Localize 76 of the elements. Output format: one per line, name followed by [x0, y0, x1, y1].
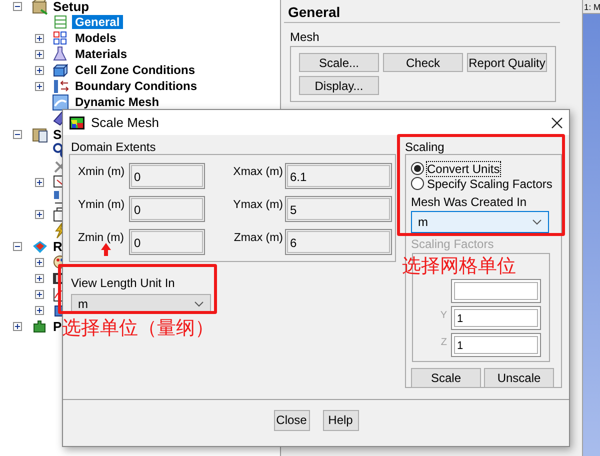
tree-item[interactable]: S — [52, 126, 63, 142]
mesh-button[interactable]: Display... — [299, 76, 379, 95]
radio-label[interactable]: Convert Units — [427, 162, 500, 176]
tree-item[interactable]: Setup — [52, 0, 90, 14]
value-field[interactable]: 0 — [129, 163, 205, 189]
axis-label: Y — [439, 309, 448, 323]
group-label: Scaling — [405, 140, 444, 154]
group-label: Domain Extents — [70, 140, 156, 154]
tree-item[interactable]: Models — [72, 31, 120, 45]
tree-item[interactable]: Dynamic Mesh — [72, 95, 162, 109]
boundary-icon — [52, 78, 69, 94]
field-label: Ymax (m) — [233, 199, 284, 211]
value-field[interactable] — [451, 279, 541, 303]
squares-icon — [52, 30, 69, 46]
field-label: Mesh Was Created In — [411, 195, 527, 208]
dialog-button[interactable]: Close — [274, 410, 310, 430]
close-icon[interactable] — [551, 116, 563, 128]
expand-icon[interactable] — [13, 322, 22, 330]
unit-dropdown[interactable]: m — [411, 211, 549, 233]
collapse-icon[interactable] — [13, 2, 22, 10]
expand-icon[interactable] — [35, 34, 44, 42]
dialog-title: Scale Mesh — [91, 115, 160, 130]
chevron-icon — [532, 219, 542, 225]
mesh-button[interactable]: Check — [383, 53, 463, 72]
tree-item[interactable]: Boundary Conditions — [72, 79, 200, 93]
value-field[interactable]: 5 — [285, 196, 392, 222]
field-label: Zmin (m) — [78, 232, 124, 244]
value-field[interactable]: 6.1 — [285, 163, 392, 189]
expand-icon[interactable] — [35, 82, 44, 90]
tree-item[interactable]: General — [72, 15, 123, 29]
expand-icon[interactable] — [35, 50, 44, 58]
expand-icon[interactable] — [35, 258, 44, 266]
axis-label: Z — [440, 336, 448, 350]
collapse-icon[interactable] — [13, 242, 22, 250]
arrow-icon — [101, 243, 111, 256]
graphics-tab[interactable]: 1: M — [583, 0, 600, 14]
tree-item[interactable]: R — [52, 238, 64, 254]
tree-item[interactable]: P — [52, 318, 63, 334]
panel-title: General — [287, 3, 342, 22]
value-field[interactable]: 6 — [285, 229, 392, 255]
expand-icon[interactable] — [35, 66, 44, 74]
annotation-text: 选择单位（量纲） — [62, 318, 214, 338]
radio-button[interactable] — [411, 162, 424, 175]
expand-icon[interactable] — [35, 306, 44, 314]
list-icon — [52, 14, 69, 30]
puzzle-icon — [31, 318, 48, 334]
expand-icon[interactable] — [35, 274, 44, 282]
box-icon — [31, 0, 48, 14]
dialog-button[interactable]: Unscale — [484, 368, 554, 388]
value-field[interactable]: 0 — [129, 196, 205, 222]
field-label: Xmax (m) — [233, 166, 284, 178]
dialog-button[interactable]: Help — [322, 410, 358, 430]
annotation-text: 选择网格单位 — [402, 256, 516, 276]
expand-icon[interactable] — [35, 290, 44, 298]
mesh-button[interactable]: Scale... — [299, 53, 379, 72]
dialog-button[interactable]: Scale — [411, 368, 481, 388]
group-label: Scaling Factors — [411, 237, 494, 250]
value-field[interactable]: 0 — [129, 229, 205, 255]
field-label: View Length Unit In — [70, 276, 175, 290]
field-label: Xmin (m) — [78, 166, 125, 178]
expand-icon[interactable] — [35, 178, 44, 186]
mesh-button[interactable]: Report Quality — [467, 53, 547, 72]
cube-icon — [52, 62, 69, 78]
chevron-icon — [194, 301, 204, 307]
group-label: Mesh — [290, 30, 320, 44]
flask-icon — [52, 46, 69, 62]
tree-item[interactable]: Cell Zone Conditions — [72, 63, 198, 77]
radio-button[interactable] — [411, 177, 424, 190]
tree-item[interactable]: Materials — [72, 47, 130, 61]
app-icon — [69, 116, 85, 130]
field-label: Zmax (m) — [234, 232, 284, 244]
field-label: Ymin (m) — [78, 199, 125, 211]
collapse-icon[interactable] — [13, 130, 22, 138]
expand-icon[interactable] — [35, 210, 44, 218]
calculator-icon — [31, 126, 48, 142]
radio-label[interactable]: Specify Scaling Factors — [427, 176, 552, 190]
